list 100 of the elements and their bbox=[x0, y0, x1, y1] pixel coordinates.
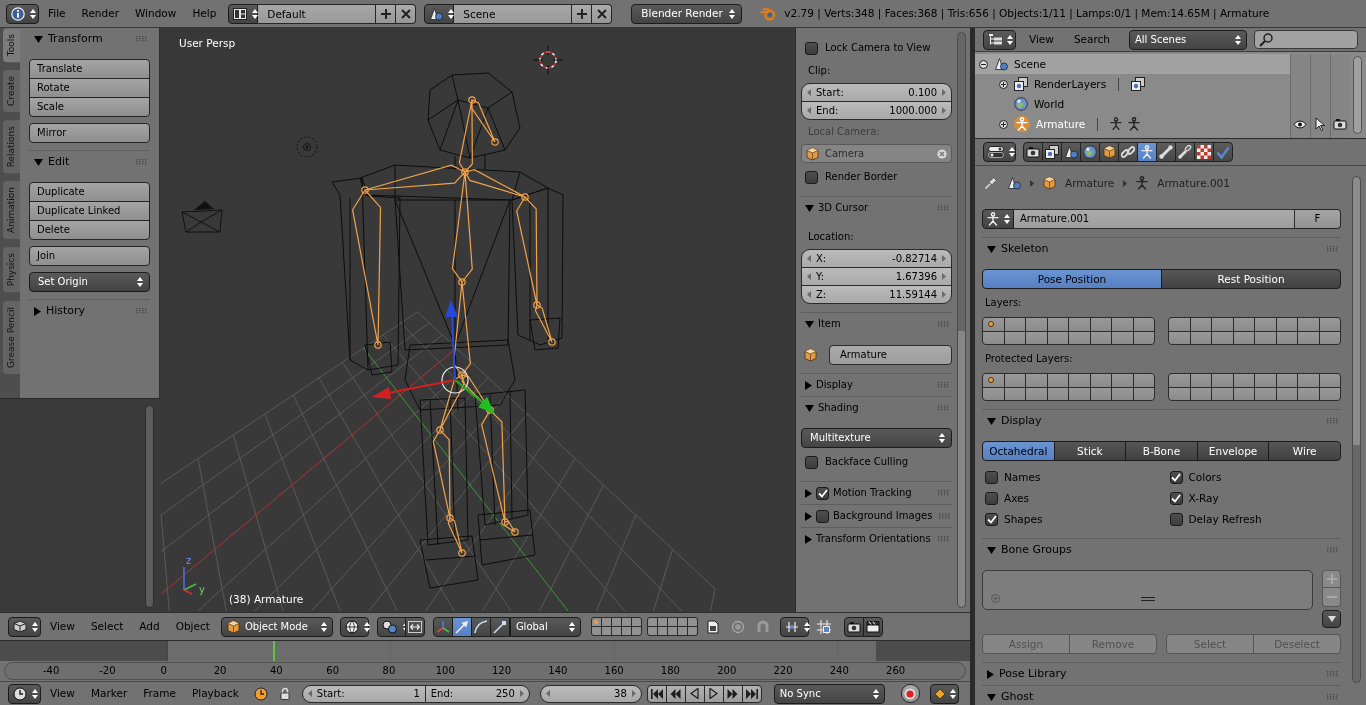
layer-toggle[interactable] bbox=[647, 627, 657, 635]
layer-toggle[interactable] bbox=[1212, 387, 1233, 400]
layer-toggle[interactable] bbox=[1276, 374, 1297, 387]
menu-item[interactable]: Frame bbox=[136, 683, 183, 704]
number-field[interactable]: Start: 1 bbox=[301, 684, 426, 703]
scene-name-field[interactable]: Scene bbox=[454, 3, 573, 24]
frame-ruler[interactable]: -40 -20 0 20 40 60 80 100 120 140 160 180 200 220 240 260 bbox=[4, 662, 966, 680]
layer-toggle[interactable] bbox=[1276, 318, 1297, 331]
layer-toggle[interactable] bbox=[687, 627, 697, 635]
layer-toggle[interactable] bbox=[611, 627, 621, 635]
checkbox[interactable] bbox=[816, 486, 829, 500]
panel-header[interactable]: Bone Groups bbox=[982, 539, 1341, 561]
playback-button[interactable] bbox=[741, 684, 762, 703]
bone-group-list[interactable] bbox=[982, 570, 1313, 610]
panel-header[interactable]: Item bbox=[801, 313, 952, 335]
context-tab[interactable] bbox=[1118, 142, 1138, 162]
layer-toggle[interactable] bbox=[667, 618, 677, 626]
layer-toggle[interactable] bbox=[1298, 318, 1319, 331]
panel-header[interactable]: Transform Orientations bbox=[801, 528, 952, 550]
manipulator-toggle[interactable] bbox=[451, 616, 472, 637]
toggle-button[interactable]: Envelope bbox=[1196, 441, 1270, 461]
layer-toggle[interactable] bbox=[1190, 331, 1211, 344]
shading-dropdown[interactable] bbox=[339, 616, 369, 637]
menu-item[interactable]: View bbox=[43, 683, 82, 704]
layer-toggle[interactable] bbox=[983, 374, 1004, 387]
checkbox[interactable] bbox=[805, 455, 818, 469]
tool-button[interactable]: Scale bbox=[29, 97, 150, 117]
layer-toggle[interactable] bbox=[1212, 318, 1233, 331]
layer-toggle[interactable] bbox=[1133, 374, 1154, 387]
layer-toggle[interactable] bbox=[1169, 387, 1190, 400]
panel-header[interactable]: Display bbox=[801, 374, 952, 396]
editor-type-button[interactable] bbox=[983, 142, 1016, 162]
display-mode-dropdown[interactable]: All Scenes bbox=[1129, 29, 1247, 50]
playback-button[interactable] bbox=[703, 684, 724, 703]
context-tab[interactable] bbox=[1042, 142, 1062, 162]
number-field[interactable]: Start: 0.100 bbox=[801, 83, 952, 102]
snap-dropdown[interactable] bbox=[779, 616, 809, 637]
layer-toggle[interactable] bbox=[1233, 387, 1254, 400]
layer-toggle[interactable] bbox=[1069, 318, 1090, 331]
number-field[interactable]: 38 bbox=[539, 684, 642, 703]
layer-toggle[interactable] bbox=[1212, 374, 1233, 387]
checkbox[interactable] bbox=[816, 509, 829, 523]
tool-button[interactable]: Delete bbox=[29, 220, 150, 240]
context-tab[interactable] bbox=[1080, 142, 1100, 162]
menu-item[interactable]: Add bbox=[132, 616, 167, 637]
tool-button[interactable]: Duplicate bbox=[29, 182, 150, 202]
editor-type-button[interactable] bbox=[983, 29, 1016, 50]
tool-button[interactable]: Duplicate Linked bbox=[29, 201, 150, 221]
layer-toggle[interactable] bbox=[983, 387, 1004, 400]
playback-button[interactable] bbox=[665, 684, 686, 703]
layer-toggle[interactable] bbox=[1004, 331, 1025, 344]
tool-button[interactable]: Rotate bbox=[29, 78, 150, 98]
armature-bones[interactable] bbox=[351, 96, 556, 557]
toggle-button[interactable]: Stick bbox=[1053, 441, 1127, 461]
layer-toggle[interactable] bbox=[1112, 331, 1133, 344]
tool-tab[interactable]: Grease Pencil bbox=[3, 300, 20, 374]
layer-toggle[interactable] bbox=[983, 331, 1004, 344]
toggle-button[interactable] bbox=[404, 616, 425, 637]
context-tab[interactable] bbox=[1156, 142, 1176, 162]
layer-toggle[interactable] bbox=[1004, 318, 1025, 331]
layer-toggle[interactable] bbox=[657, 627, 667, 635]
playback-button[interactable] bbox=[722, 684, 743, 703]
toggle-button[interactable]: Wire bbox=[1268, 441, 1341, 461]
menu-item[interactable]: File bbox=[41, 3, 73, 24]
scene-type-button[interactable] bbox=[424, 3, 455, 24]
number-field[interactable]: Z: 11.59144 bbox=[801, 285, 952, 304]
layer-toggle[interactable] bbox=[631, 627, 641, 635]
layer-toggle[interactable] bbox=[1319, 318, 1340, 331]
panel-header[interactable]: History bbox=[29, 300, 150, 322]
layer-toggle[interactable] bbox=[1004, 374, 1025, 387]
layer-toggle[interactable] bbox=[631, 618, 641, 626]
layer-toggle[interactable] bbox=[1169, 331, 1190, 344]
toggle-button[interactable]: B-Bone bbox=[1125, 441, 1198, 461]
layer-toggle[interactable] bbox=[1004, 387, 1025, 400]
layer-toggle[interactable] bbox=[1047, 318, 1068, 331]
context-tab[interactable] bbox=[1194, 142, 1214, 162]
layer-toggle[interactable] bbox=[1133, 387, 1154, 400]
layer-toggle[interactable] bbox=[1112, 374, 1133, 387]
keying-set-dropdown[interactable] bbox=[929, 683, 959, 704]
layer-toggle[interactable] bbox=[1090, 374, 1111, 387]
panel-header[interactable]: Skeleton bbox=[982, 238, 1341, 260]
layout-name-field[interactable]: Default bbox=[258, 3, 377, 24]
layer-toggle[interactable] bbox=[1255, 318, 1276, 331]
scrollbar[interactable] bbox=[145, 405, 154, 608]
layer-toggle[interactable] bbox=[1298, 331, 1319, 344]
checkbox[interactable] bbox=[985, 492, 998, 505]
outliner-row[interactable]: RenderLayers bbox=[975, 74, 1290, 94]
sync-dropdown[interactable]: No Sync bbox=[773, 683, 885, 704]
toggle-button[interactable]: Rest Position bbox=[1161, 269, 1341, 289]
checkbox[interactable] bbox=[985, 513, 998, 526]
layer-toggle[interactable] bbox=[591, 618, 601, 626]
datablock-browse-button[interactable] bbox=[982, 209, 1014, 229]
layer-toggle[interactable] bbox=[601, 627, 611, 635]
layer-toggle[interactable] bbox=[621, 618, 631, 626]
menu-item[interactable]: Object bbox=[168, 616, 217, 637]
camera-icon[interactable] bbox=[1333, 118, 1347, 130]
outliner-row[interactable]: World bbox=[975, 94, 1290, 114]
number-field[interactable]: End: 250 bbox=[425, 684, 530, 703]
mode-dropdown[interactable]: Object Mode bbox=[220, 616, 333, 637]
layer-toggle[interactable] bbox=[1026, 318, 1047, 331]
